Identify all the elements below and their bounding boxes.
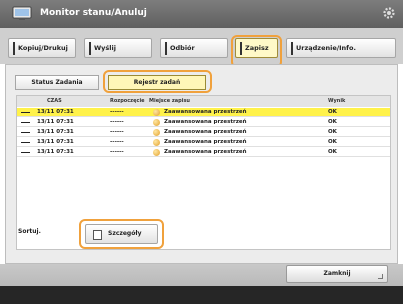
cell-time: 13/11 07:31 [37,109,74,115]
table-row[interactable]: 13/11 07:31 ------ Zaawansowana przestrzeń… [17,148,390,157]
table-row[interactable]: 13/11 07:31 ------ Zaawansowana przestrzeń… [17,118,390,127]
storage-icon [153,139,160,146]
table-row[interactable]: 13/11 07:31 ------ Zaawansowana przestrzeń… [17,108,390,117]
cell-time: 13/11 07:31 [37,139,74,145]
document-icon [93,230,102,240]
tab-send[interactable]: Wyślij [84,38,152,58]
storage-icon [153,129,160,136]
cell-start: ------ [110,139,124,145]
cell-start: ------ [110,109,124,115]
gear-icon[interactable] [382,6,396,20]
tab-label: Wyślij [94,44,116,52]
table-row[interactable]: 13/11 07:31 ------ Zaawansowana przestrzeń… [17,128,390,137]
details-label: Szczegóły [108,230,142,237]
col-result: Wynik [328,98,346,104]
cell-result: OK [328,129,337,135]
col-start: Rozpoczęcie [110,98,145,104]
subtab-job-log[interactable]: Rejestr zadań [108,75,206,90]
cell-start: ------ [110,149,124,155]
tab-label: Urządzenie/Info. [296,44,356,52]
cell-location: Zaawansowana przestrzeń [164,109,247,115]
cell-location: Zaawansowana przestrzeń [164,149,247,155]
tab-device-info[interactable]: Urządzenie/Info. [286,38,396,58]
cell-result: OK [328,149,337,155]
table-header: CZAS Rozpoczęcie Miejsce zapisu Wynik [17,96,390,107]
col-location: Miejsce zapisu [149,98,190,104]
cell-time: 13/11 07:31 [37,119,74,125]
cell-time: 13/11 07:31 [37,149,74,155]
window-title: Monitor stanu/Anuluj [40,8,147,18]
title-bar: Monitor stanu/Anuluj [0,0,403,28]
tab-label: Kopiuj/Drukuj [18,44,68,52]
storage-icon [153,109,160,116]
subtab-job-status[interactable]: Status Zadania [15,75,99,90]
content-panel: Status Zadania Rejestr zadań CZAS Rozpoc… [5,64,398,264]
cell-result: OK [328,119,337,125]
monitor-icon [12,6,32,20]
cell-location: Zaawansowana przestrzeń [164,139,247,145]
storage-icon [153,119,160,126]
tab-label: Odbiór [170,44,195,52]
table-row[interactable]: 13/11 07:31 ------ Zaawansowana przestrzeń… [17,138,390,147]
tab-store[interactable]: Zapisz [235,38,278,58]
main-tab-bar: Kopiuj/Drukuj Wyślij Odbiór Zapisz Urząd… [0,28,403,64]
cell-result: OK [328,109,337,115]
col-time: CZAS [47,98,62,104]
tab-receive[interactable]: Odbiór [160,38,228,58]
close-button[interactable]: Zamknij [286,265,388,283]
cell-start: ------ [110,119,124,125]
cell-result: OK [328,139,337,145]
tab-label: Zapisz [245,44,269,52]
storage-icon [153,149,160,156]
sort-label[interactable]: Sortuj. [18,228,41,235]
details-button[interactable]: Szczegóły [85,224,158,244]
cell-start: ------ [110,129,124,135]
cell-location: Zaawansowana przestrzeń [164,119,247,125]
footer: Zamknij [0,264,403,304]
cell-location: Zaawansowana przestrzeń [164,129,247,135]
job-log-table: CZAS Rozpoczęcie Miejsce zapisu Wynik 13… [16,95,391,250]
cell-time: 13/11 07:31 [37,129,74,135]
tab-copy-print[interactable]: Kopiuj/Drukuj [8,38,76,58]
close-label: Zamknij [323,270,351,277]
